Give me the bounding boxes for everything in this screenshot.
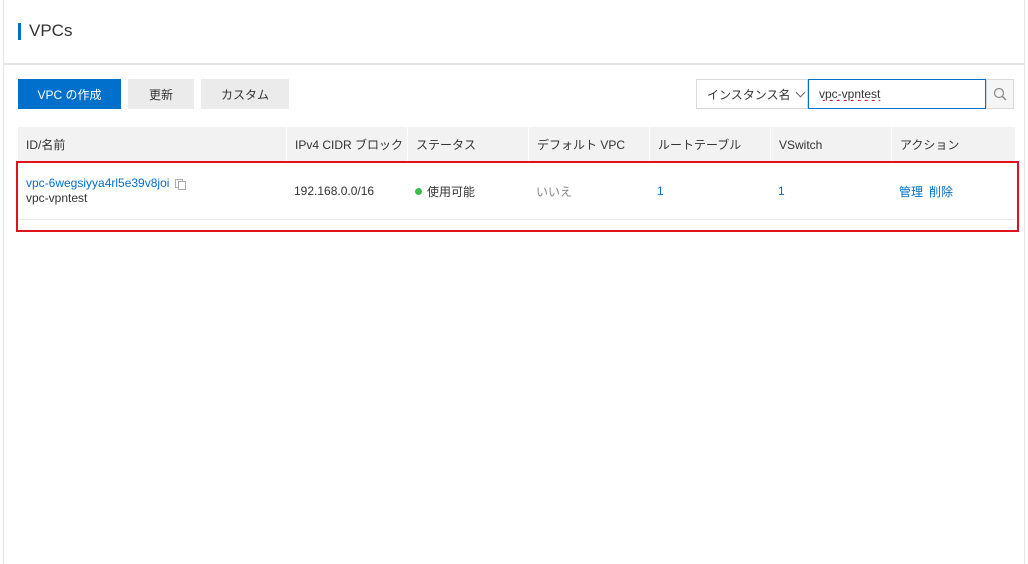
search-filter-select[interactable]: インスタンス名 bbox=[696, 79, 808, 109]
column-header-cidr: IPv4 CIDR ブロック bbox=[286, 127, 407, 162]
status-cell: 使用可能 bbox=[407, 162, 528, 220]
vswitch-link[interactable]: 1 bbox=[778, 184, 785, 198]
delete-link[interactable]: 削除 bbox=[929, 183, 953, 200]
column-header-vswitch: VSwitch bbox=[770, 127, 891, 162]
vpc-id-link[interactable]: vpc-6wegsiyya4rl5e39v8joi bbox=[26, 176, 169, 190]
main-panel: VPCs VPC の作成 更新 カスタム インスタンス名 ID/名前 IPv4 … bbox=[3, 0, 1025, 564]
cidr-cell: 192.168.0.0/16 bbox=[294, 184, 375, 198]
column-header-route-tables: ルートテーブル bbox=[649, 127, 770, 162]
vpc-name: vpc-vpntest bbox=[26, 191, 88, 205]
create-vpc-button[interactable]: VPC の作成 bbox=[18, 79, 121, 109]
search-icon bbox=[993, 87, 1007, 101]
column-header-id-name: ID/名前 bbox=[26, 138, 66, 152]
page-title: VPCs bbox=[29, 21, 73, 40]
vswitch-cell: 1 bbox=[770, 162, 891, 220]
column-header-status: ステータス bbox=[407, 127, 528, 162]
column-header-actions: アクション bbox=[891, 127, 1015, 162]
status-dot-icon bbox=[415, 187, 422, 195]
search-filter-label: インスタンス名 bbox=[707, 87, 791, 102]
page-header: VPCs bbox=[4, 0, 1024, 65]
search-input[interactable] bbox=[808, 79, 986, 109]
status-text: 使用可能 bbox=[427, 184, 476, 199]
actions-cell: 管理 削除 bbox=[891, 162, 1015, 220]
refresh-button[interactable]: 更新 bbox=[128, 79, 194, 109]
vpc-table: ID/名前 IPv4 CIDR ブロック ステータス デフォルト VPC ルート… bbox=[18, 127, 1015, 220]
column-header-default-vpc: デフォルト VPC bbox=[528, 127, 649, 162]
default-vpc-cell: いいえ bbox=[536, 184, 573, 199]
table-row: vpc-6wegsiyya4rl5e39v8joi vpc-vpntest 19… bbox=[18, 162, 1015, 220]
custom-columns-button[interactable]: カスタム bbox=[201, 79, 289, 109]
id-name-cell: vpc-6wegsiyya4rl5e39v8joi vpc-vpntest bbox=[18, 162, 286, 220]
chevron-down-icon bbox=[795, 87, 805, 97]
copy-icon[interactable] bbox=[175, 179, 187, 190]
search-button[interactable] bbox=[986, 79, 1014, 109]
route-tables-link[interactable]: 1 bbox=[657, 184, 664, 198]
table-header: ID/名前 IPv4 CIDR ブロック ステータス デフォルト VPC ルート… bbox=[18, 127, 1015, 162]
route-tables-cell: 1 bbox=[649, 162, 770, 220]
manage-link[interactable]: 管理 bbox=[899, 183, 923, 200]
title-accent-bar bbox=[18, 23, 21, 40]
